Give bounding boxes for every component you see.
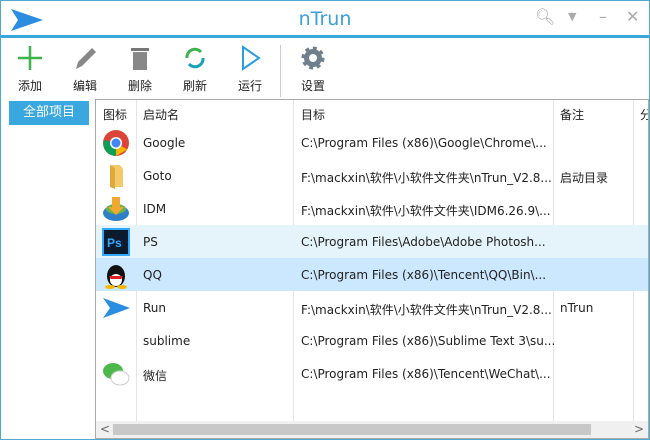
qq-icon xyxy=(102,261,130,289)
pencil-icon xyxy=(76,48,96,69)
edit-label: 编辑 xyxy=(72,79,97,93)
table-row[interactable]: QQ C:\Program Files (x86)\Tencent\QQ\Bin… xyxy=(96,258,648,291)
header-note[interactable]: 备注 xyxy=(560,106,584,123)
horizontal-scrollbar[interactable]: < > xyxy=(96,421,648,438)
refresh-label: 刷新 xyxy=(182,79,207,93)
item-name: sublime xyxy=(143,334,191,348)
plus-icon xyxy=(18,46,42,70)
blank-icon xyxy=(102,327,130,355)
toolbar: 添加 编辑 删除 刷新 运行 设置 xyxy=(1,41,649,99)
idm-icon xyxy=(102,195,130,223)
item-target: C:\Program Files (x86)\Google\Chrome\... xyxy=(301,136,547,150)
item-target: F:\mackxin\软件\小软件文件夹\nTrun_V2.8... xyxy=(301,303,552,317)
dropdown-icon[interactable]: ▼ xyxy=(568,10,576,23)
item-target: C:\Program Files\Adobe\Adobe Photosh... xyxy=(301,235,546,249)
item-name: IDM xyxy=(143,202,167,216)
run-label: 运行 xyxy=(237,79,262,93)
table-row[interactable]: Goto F:\mackxin\软件\小软件文件夹\nTrun_V2.8... … xyxy=(96,159,648,192)
item-target: C:\Program Files (x86)\Tencent\WeChat\..… xyxy=(301,367,551,381)
header-target[interactable]: 目标 xyxy=(301,106,325,123)
header-group[interactable]: 分 xyxy=(640,106,648,123)
minimize-button[interactable]: – xyxy=(599,7,607,26)
table-row[interactable]: Google C:\Program Files (x86)\Google\Chr… xyxy=(96,126,648,159)
play-icon xyxy=(242,45,261,71)
table-row[interactable]: sublime C:\Program Files (x86)\Sublime T… xyxy=(96,324,648,357)
item-name: PS xyxy=(143,235,158,249)
run-button[interactable]: 运行 xyxy=(228,45,272,94)
chrome-icon xyxy=(102,129,130,157)
search-icon[interactable]: 🔍︎ xyxy=(535,7,555,26)
table-header: 图标 启动名 目标 备注 分 xyxy=(96,100,648,126)
add-button[interactable]: 添加 xyxy=(8,45,52,94)
item-name: Google xyxy=(143,136,186,150)
table-row[interactable]: 微信 C:\Program Files (x86)\Tencent\WeChat… xyxy=(96,357,648,390)
item-target: C:\Program Files (x86)\Tencent\QQ\Bin\..… xyxy=(301,268,547,282)
delete-button[interactable]: 删除 xyxy=(118,45,162,94)
scroll-left-icon[interactable]: < xyxy=(100,422,110,436)
gear-icon xyxy=(301,46,325,70)
wechat-icon xyxy=(102,360,130,388)
refresh-button[interactable]: 刷新 xyxy=(173,45,217,94)
delete-label: 删除 xyxy=(127,79,152,93)
table-row[interactable]: IDM F:\mackxin\软件\小软件文件夹\IDM6.26.9\... xyxy=(96,192,648,225)
toolbar-separator xyxy=(280,45,281,97)
item-target: C:\Program Files (x86)\Sublime Text 3\su… xyxy=(301,334,556,348)
table-row[interactable]: Run F:\mackxin\软件\小软件文件夹\nTrun_V2.8... n… xyxy=(96,291,648,324)
item-name: QQ xyxy=(143,268,162,282)
add-label: 添加 xyxy=(17,79,42,93)
item-target: F:\mackxin\软件\小软件文件夹\nTrun_V2.8... xyxy=(301,171,552,185)
item-note: nTrun xyxy=(560,301,594,315)
items-table: 图标 启动名 目标 备注 分 Google C:\Program Files (… xyxy=(95,99,649,439)
refresh-icon xyxy=(185,47,205,69)
close-button[interactable]: ✕ xyxy=(626,7,639,26)
scroll-right-icon[interactable]: > xyxy=(634,422,644,436)
item-target: F:\mackxin\软件\小软件文件夹\IDM6.26.9\... xyxy=(301,204,551,218)
item-name: 微信 xyxy=(143,369,168,383)
item-note: 启动目录 xyxy=(560,171,609,185)
header-name[interactable]: 启动名 xyxy=(143,106,179,123)
settings-label: 设置 xyxy=(300,79,325,93)
edit-button[interactable]: 编辑 xyxy=(63,45,107,94)
title-bar: nTrun 🔍︎ ▼ – ✕ xyxy=(1,1,649,38)
item-name: Goto xyxy=(143,169,172,183)
folder-icon xyxy=(102,162,130,190)
table-row[interactable]: Ps PS C:\Program Files\Adobe\Adobe Photo… xyxy=(96,225,648,258)
scrollbar-thumb[interactable] xyxy=(113,424,591,435)
category-all-items[interactable]: 全部项目 xyxy=(9,101,89,125)
app-window: nTrun 🔍︎ ▼ – ✕ 添加 编辑 删除 刷新 运行 设置 全部项目 图标… xyxy=(0,0,650,440)
item-name: Run xyxy=(143,301,167,315)
trash-icon xyxy=(131,48,149,70)
svg-text:Ps: Ps xyxy=(107,236,122,250)
header-icon[interactable]: 图标 xyxy=(103,106,127,123)
run-icon xyxy=(102,294,130,322)
settings-button[interactable]: 设置 xyxy=(291,45,335,94)
photoshop-icon: Ps xyxy=(102,228,130,256)
